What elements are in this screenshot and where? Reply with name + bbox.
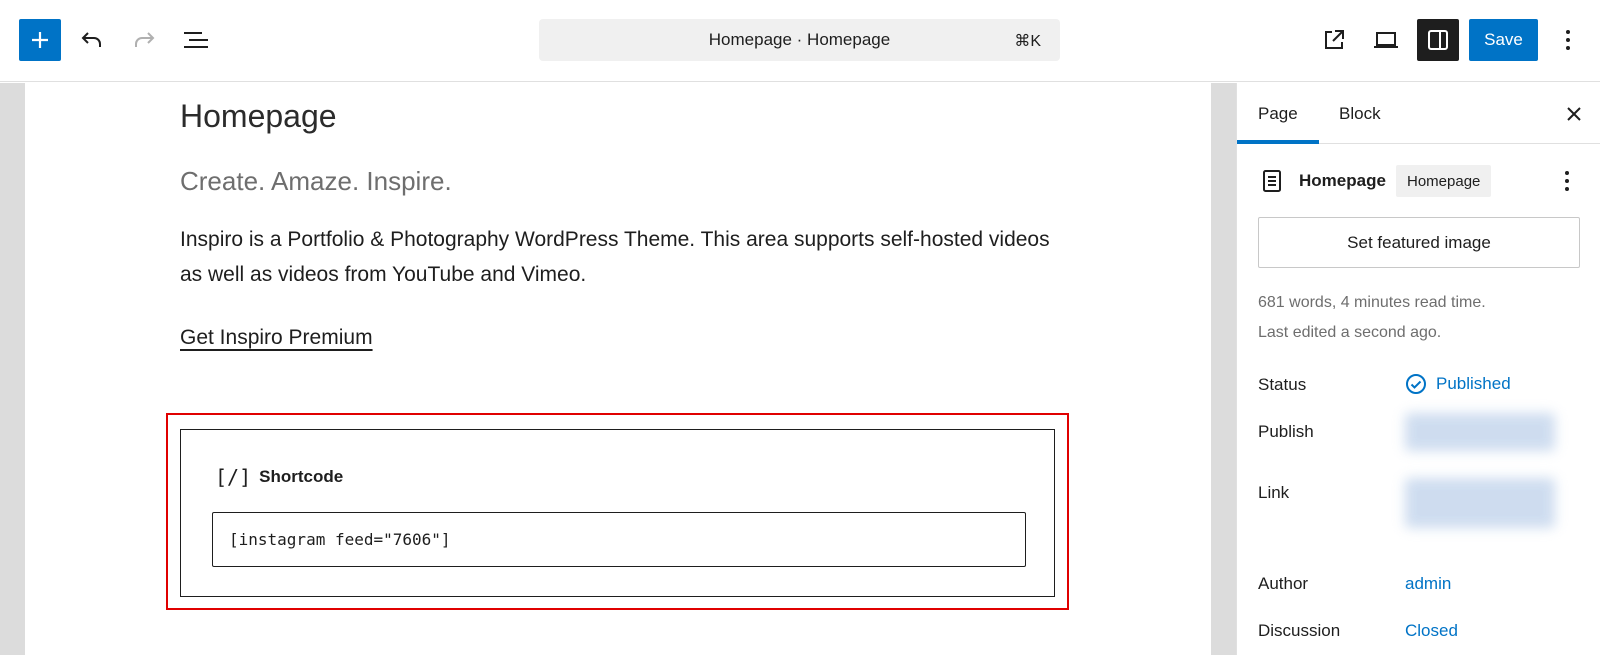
view-page-button[interactable] bbox=[1313, 19, 1355, 61]
undo-icon bbox=[81, 32, 101, 47]
page-title[interactable]: Homepage bbox=[180, 98, 337, 135]
laptop-icon bbox=[1374, 32, 1398, 48]
permalink-blurred[interactable] bbox=[1405, 478, 1555, 528]
vertical-ellipsis-icon bbox=[1566, 30, 1570, 50]
shortcode-input[interactable] bbox=[212, 512, 1026, 567]
document-title-bar: Homepage · Homepage bbox=[708, 30, 891, 49]
status-value-button[interactable]: Published bbox=[1405, 373, 1511, 395]
external-link-icon bbox=[1325, 30, 1344, 49]
document-summary: Homepage Homepage bbox=[1237, 163, 1600, 199]
editor-toolbar: Homepage · Homepage ⌘K Save bbox=[0, 0, 1600, 82]
tagline-heading[interactable]: Create. Amaze. Inspire. bbox=[180, 166, 452, 197]
undo-button[interactable] bbox=[71, 19, 113, 61]
tab-page[interactable]: Page bbox=[1258, 83, 1298, 144]
shortcode-block-header: [/] Shortcode bbox=[215, 465, 343, 489]
discussion-label: Discussion bbox=[1258, 621, 1341, 640]
tab-block[interactable]: Block bbox=[1339, 83, 1381, 144]
command-palette-button[interactable]: Homepage · Homepage ⌘K bbox=[539, 19, 1060, 61]
last-edited: Last edited a second ago. bbox=[1258, 324, 1442, 341]
publish-label: Publish bbox=[1258, 422, 1314, 441]
settings-toggle-button[interactable] bbox=[1417, 19, 1459, 61]
vertical-ellipsis-icon bbox=[1565, 171, 1569, 191]
shortcode-label: Shortcode bbox=[259, 467, 344, 486]
discussion-value[interactable]: Closed bbox=[1405, 621, 1458, 641]
document-meta: 681 words, 4 minutes read time. Last edi… bbox=[1258, 288, 1486, 348]
preview-device-button[interactable] bbox=[1365, 19, 1407, 61]
active-tab-indicator bbox=[1237, 140, 1319, 144]
status-label: Status bbox=[1258, 375, 1307, 394]
check-circle-icon bbox=[1406, 374, 1426, 394]
options-menu-button[interactable] bbox=[1548, 19, 1588, 61]
sidebar-tabs: Page Block bbox=[1237, 83, 1600, 144]
template-badge[interactable]: Homepage bbox=[1396, 165, 1492, 197]
shortcode-icon: [/] bbox=[215, 465, 252, 489]
document-overview-button[interactable] bbox=[175, 19, 217, 61]
status-value: Published bbox=[1436, 374, 1511, 393]
command-shortcut-hint: ⌘K bbox=[1014, 33, 1041, 50]
page-icon bbox=[1263, 170, 1281, 192]
document-title: Homepage bbox=[1299, 171, 1386, 190]
link-label: Link bbox=[1258, 483, 1290, 502]
redo-icon bbox=[135, 32, 155, 47]
shortcode-block[interactable]: [/] Shortcode bbox=[180, 429, 1055, 597]
sidebar-icon bbox=[1428, 30, 1448, 50]
redo-button[interactable] bbox=[123, 19, 165, 61]
set-featured-image-button[interactable]: Set featured image bbox=[1258, 217, 1580, 268]
close-sidebar-button[interactable] bbox=[1559, 99, 1589, 129]
word-count: 681 words, 4 minutes read time. bbox=[1258, 294, 1486, 311]
plus-icon bbox=[32, 32, 48, 48]
publish-date-blurred[interactable] bbox=[1405, 413, 1555, 451]
author-value[interactable]: admin bbox=[1405, 574, 1451, 594]
premium-link[interactable]: Get Inspiro Premium bbox=[180, 326, 373, 350]
settings-sidebar: Page Block Homepage Homepage Set feature… bbox=[1236, 83, 1600, 655]
save-button[interactable]: Save bbox=[1469, 19, 1538, 61]
document-actions-button[interactable] bbox=[1555, 167, 1579, 195]
close-icon bbox=[1567, 107, 1581, 121]
add-block-button[interactable] bbox=[19, 19, 61, 61]
author-label: Author bbox=[1258, 574, 1309, 593]
description-paragraph[interactable]: Inspiro is a Portfolio & Photography Wor… bbox=[180, 222, 1050, 292]
list-view-icon bbox=[184, 32, 208, 48]
